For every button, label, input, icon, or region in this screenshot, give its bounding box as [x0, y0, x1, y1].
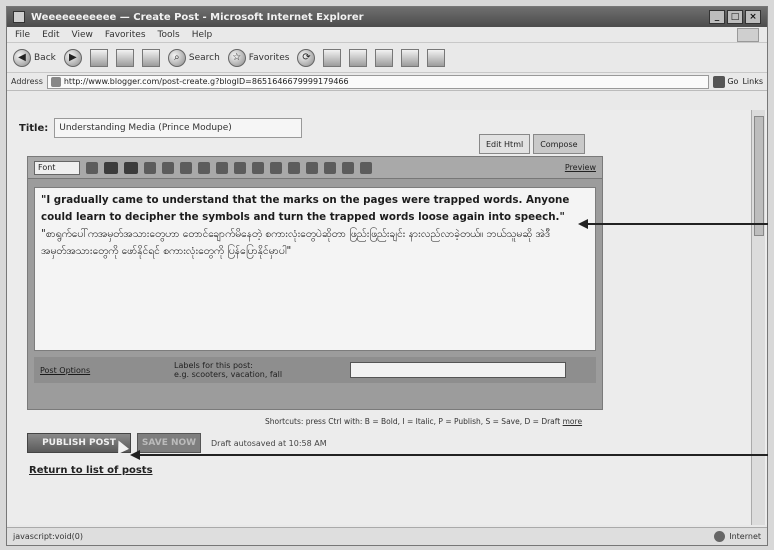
post-title-input[interactable]: Understanding Media (Prince Modupe) [54, 118, 303, 138]
messenger-button[interactable] [427, 48, 446, 67]
post-body-english: "I gradually came to understand that the… [41, 194, 570, 223]
menu-favorites[interactable]: Favorites [105, 30, 146, 40]
title-bar: Weeeeeeeeeee — Create Post - Microsoft I… [7, 7, 767, 27]
window-controls: _ □ × [709, 10, 761, 24]
menu-tools[interactable]: Tools [158, 30, 180, 40]
keyboard-shortcuts: Shortcuts: press Ctrl with: B = Bold, I … [265, 417, 582, 426]
close-button[interactable]: × [745, 10, 761, 24]
stop-button[interactable] [89, 48, 108, 67]
menu-edit[interactable]: Edit [42, 30, 59, 40]
print-button[interactable] [349, 48, 368, 67]
bold-icon[interactable] [104, 161, 118, 174]
menu-file[interactable]: File [15, 30, 30, 40]
post-editor: Font Preview "I gradually came to unders… [27, 156, 603, 410]
post-actions: PUBLISH POST SAVE NOW Draft autosaved at… [27, 433, 327, 453]
annotation-line-body [586, 223, 768, 225]
draft-autosave-note: Draft autosaved at 10:58 AM [211, 438, 327, 448]
ie-icon [13, 11, 25, 23]
status-bar: javascript:void(0) Internet [7, 527, 767, 545]
justify-icon[interactable] [234, 161, 246, 174]
discuss-button[interactable] [401, 48, 420, 67]
labels-input[interactable] [350, 362, 566, 378]
image-icon[interactable] [324, 161, 336, 174]
clear-format-icon[interactable] [360, 161, 372, 174]
text-color-icon[interactable] [144, 161, 156, 174]
font-select[interactable]: Font [34, 160, 80, 175]
formatting-toolbar: Font Preview [28, 157, 602, 179]
scroll-thumb[interactable] [754, 116, 764, 236]
return-to-posts-link[interactable]: Return to list of posts [29, 465, 153, 476]
annotation-line-publish [138, 454, 768, 456]
refresh-button[interactable] [115, 48, 134, 67]
tab-edit-html[interactable]: Edit Html [479, 134, 531, 154]
align-right-icon[interactable] [216, 161, 228, 174]
browser-window: Weeeeeeeeeee — Create Post - Microsoft I… [6, 6, 768, 546]
labels-title: Labels for this post: [174, 361, 253, 370]
go-arrow-icon [713, 75, 726, 88]
align-left-icon[interactable] [180, 161, 192, 174]
tab-compose[interactable]: Compose [533, 134, 585, 154]
address-input[interactable]: http://www.blogger.com/post-create.g?blo… [46, 74, 710, 89]
back-arrow-icon: ◀ [13, 48, 31, 67]
maximize-button[interactable]: □ [727, 10, 743, 24]
windows-logo-icon [737, 27, 759, 42]
save-now-button[interactable]: SAVE NOW [137, 433, 201, 453]
address-bar: Address http://www.blogger.com/post-crea… [7, 73, 767, 91]
align-center-icon[interactable] [198, 161, 210, 174]
italic-icon[interactable] [124, 161, 138, 174]
favorites-button[interactable]: ☆ Favorites [227, 48, 289, 67]
post-options-link[interactable]: Post Options [40, 366, 174, 375]
forward-button[interactable]: ▶ [63, 48, 82, 67]
links-button[interactable]: Links [742, 77, 763, 86]
post-title-label: Title: [19, 122, 49, 134]
status-zone: Internet [729, 532, 761, 541]
browser-toolbar: ◀ Back ▶ ⌕ Search ☆ Favorites ⟳ [7, 43, 767, 73]
bullet-list-icon[interactable] [270, 161, 282, 174]
shortcuts-more-link[interactable]: more [563, 417, 582, 426]
search-icon: ⌕ [167, 48, 186, 67]
spellcheck-icon[interactable] [306, 161, 318, 174]
post-body-burmese: "စာရွက်ပေါ်ကအမှတ်အသားတွေဟာ တောင်ချောက်မိ… [41, 228, 551, 257]
preview-link[interactable]: Preview [565, 163, 596, 172]
editor-tabs: Edit Html Compose [479, 134, 585, 154]
back-button[interactable]: ◀ Back [13, 48, 56, 67]
labels-block: Labels for this post: e.g. scooters, vac… [174, 361, 350, 379]
internet-zone-icon [714, 531, 726, 542]
page-icon [50, 76, 61, 87]
post-body-editor[interactable]: "I gradually came to understand that the… [34, 187, 596, 351]
history-button[interactable]: ⟳ [297, 48, 316, 67]
home-button[interactable] [141, 48, 160, 67]
labels-hint: e.g. scooters, vacation, fall [174, 370, 283, 379]
minimize-button[interactable]: _ [709, 10, 725, 24]
address-url: http://www.blogger.com/post-create.g?blo… [63, 77, 349, 86]
font-size-icon[interactable] [86, 161, 98, 174]
numbered-list-icon[interactable] [252, 161, 264, 174]
status-text: javascript:void(0) [13, 532, 84, 541]
shortcuts-text: Shortcuts: press Ctrl with: B = Bold, I … [265, 417, 561, 426]
menu-help[interactable]: Help [192, 30, 213, 40]
post-title-row: Title: Understanding Media (Prince Modup… [19, 118, 303, 138]
search-button[interactable]: ⌕ Search [167, 48, 220, 67]
address-label: Address [11, 77, 43, 86]
menu-view[interactable]: View [72, 30, 93, 40]
video-icon[interactable] [342, 161, 354, 174]
menu-bar: File Edit View Favorites Tools Help [7, 27, 767, 43]
star-icon: ☆ [227, 48, 246, 67]
window-title: Weeeeeeeeeee — Create Post - Microsoft I… [31, 11, 364, 23]
mail-button[interactable] [323, 48, 342, 67]
go-button[interactable]: Go [713, 75, 738, 88]
link-icon[interactable] [162, 161, 174, 174]
page-content: Title: Understanding Media (Prince Modup… [7, 110, 767, 525]
blockquote-icon[interactable] [288, 161, 300, 174]
vertical-scrollbar[interactable] [751, 110, 765, 525]
edit-button[interactable] [375, 48, 394, 67]
post-options-bar: Post Options Labels for this post: e.g. … [34, 357, 596, 383]
